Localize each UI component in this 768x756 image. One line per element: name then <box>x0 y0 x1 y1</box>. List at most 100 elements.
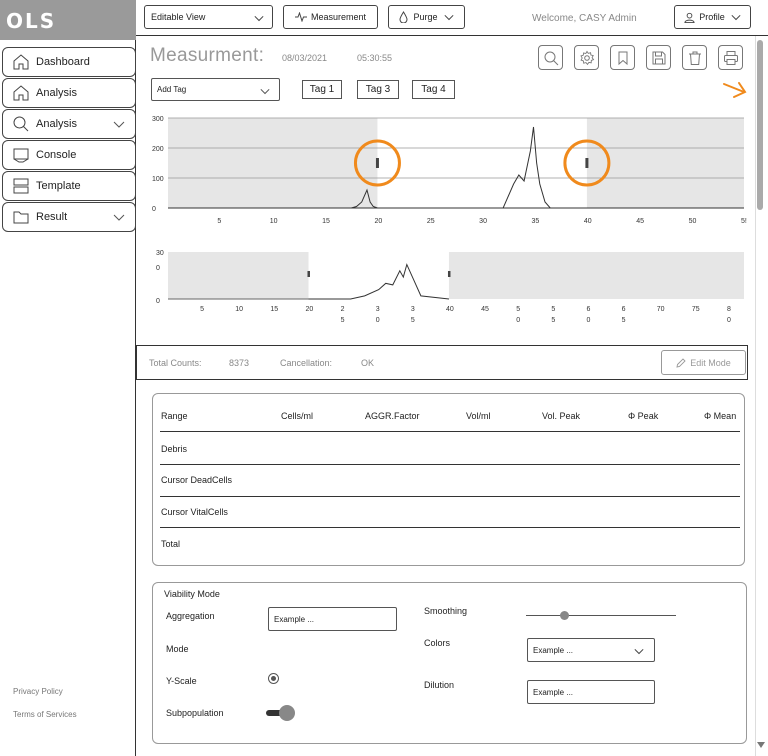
series-line <box>308 263 450 300</box>
scrollbar-thumb[interactable] <box>757 40 763 210</box>
drop-icon <box>399 11 408 23</box>
x-tick-label: 30 <box>479 218 487 225</box>
terms-of-service-link[interactable]: Terms of Services <box>13 710 77 719</box>
sidebar-item-label: Dashboard <box>36 56 90 68</box>
tag-chip[interactable]: Tag 4 <box>412 80 455 99</box>
shaded-region <box>586 118 744 208</box>
column-header: AGGR.Factor <box>365 411 420 421</box>
add-tag-placeholder: Add Tag <box>157 85 187 94</box>
y-tick-label: 0 <box>156 298 160 305</box>
total-counts-value: 8373 <box>229 358 250 368</box>
search-button[interactable] <box>538 45 563 70</box>
shaded-region <box>448 252 744 299</box>
view-select-value: Editable View <box>151 12 206 22</box>
x-tick-label: 3 <box>411 306 415 313</box>
sidebar-item-console[interactable]: Console <box>2 140 136 170</box>
y-tick-label: 100 <box>152 176 164 183</box>
y-scale-radio[interactable] <box>268 673 279 684</box>
x-tick-label: 6 <box>622 306 626 313</box>
x-tick-label: 5! <box>741 218 747 225</box>
chevron-down-icon <box>634 648 644 655</box>
x-tick-label: 40 <box>584 218 592 225</box>
purge-button[interactable]: Purge <box>388 5 465 29</box>
chevron-down-icon <box>731 14 741 21</box>
aggregation-input[interactable]: Example ... <box>268 607 397 631</box>
home-icon <box>13 54 29 70</box>
tag-chip[interactable]: Tag 3 <box>357 80 399 99</box>
slider-handle[interactable] <box>559 611 569 620</box>
histogram-chart-overview[interactable]: 30005 10 15 20 25303540 45 5055606570 75 80 <box>136 245 756 330</box>
subpopulation-toggle[interactable] <box>266 704 296 722</box>
y-tick-label: 300 <box>152 116 164 123</box>
mode-label: Mode <box>166 644 189 654</box>
x-tick-label: 0 <box>727 317 731 324</box>
top-bar: Editable View Measurement Purge Welcome,… <box>136 0 768 36</box>
column-header: Vol/ml <box>466 411 491 421</box>
column-header: Cells/ml <box>281 411 314 421</box>
table-divider <box>160 431 740 432</box>
gear-icon <box>579 50 594 65</box>
scroll-down-arrow[interactable] <box>757 742 765 748</box>
cancellation-label: Cancellation: <box>280 358 333 368</box>
logo: OLS <box>6 9 57 33</box>
add-tag-select[interactable]: Add Tag <box>151 78 280 101</box>
view-select[interactable]: Editable View <box>144 5 273 29</box>
viability-title: Viability Mode <box>164 589 220 599</box>
cursor-marker <box>307 271 310 277</box>
edit-mode-button[interactable]: Edit Mode <box>661 350 746 375</box>
cursor-marker <box>447 271 451 277</box>
x-tick-label: 2 <box>341 306 345 313</box>
x-tick-label: 5 <box>200 306 204 313</box>
dilution-input[interactable]: Example ... <box>527 680 655 704</box>
user-icon <box>684 12 695 23</box>
sidebar-item-label: Template <box>36 180 81 192</box>
sidebar-item-label: Analysis <box>36 87 77 99</box>
x-tick-label: 0 <box>586 317 590 324</box>
x-tick-label: 5 <box>411 317 415 324</box>
smoothing-slider[interactable] <box>526 611 676 621</box>
toggle-knob <box>279 705 295 721</box>
welcome-text: Welcome, CASY Admin <box>532 13 637 24</box>
table-row: Total <box>161 539 181 549</box>
histogram-chart-main[interactable]: 300 200 100 0 5 10 15 20 25 30 35 40 45 50 5! <box>136 110 756 230</box>
chevron-down-icon <box>260 88 270 95</box>
aggregation-value: Example ... <box>274 614 315 624</box>
x-tick-label: 25 <box>427 218 435 225</box>
measurement-date: 08/03/2021 <box>282 53 328 63</box>
column-header: Φ Peak <box>628 411 659 421</box>
sidebar-item-analysis-expand[interactable]: Analysis <box>2 109 136 139</box>
table-divider <box>160 464 740 465</box>
sidebar-item-template[interactable]: Template <box>2 171 136 201</box>
settings-button[interactable] <box>574 45 599 70</box>
print-button[interactable] <box>718 45 743 70</box>
delete-button[interactable] <box>682 45 707 70</box>
x-tick-label: 50 <box>689 218 697 225</box>
x-tick-label: 20 <box>374 218 382 225</box>
measurement-button[interactable]: Measurement <box>283 5 378 29</box>
annotation-arrow-icon <box>723 82 747 98</box>
x-tick-label: 70 <box>657 306 665 313</box>
smoothing-label: Smoothing <box>424 606 468 616</box>
column-header: Vol. Peak <box>542 411 581 421</box>
table-row: Debris <box>161 444 188 454</box>
colors-select[interactable]: Example ... <box>527 638 655 662</box>
y-tick-label: 0 <box>152 206 156 213</box>
shaded-region <box>168 252 309 299</box>
save-button[interactable] <box>646 45 671 70</box>
logo-bar: OLS <box>0 0 136 40</box>
sidebar: OLS Dashboard Analysis Analysis Console … <box>0 0 136 756</box>
y-scale-label: Y-Scale <box>166 676 197 686</box>
x-tick-label: 15 <box>322 218 330 225</box>
sidebar-item-result[interactable]: Result <box>2 202 136 232</box>
tag-chip[interactable]: Tag 1 <box>302 80 342 99</box>
purge-label: Purge <box>413 12 438 22</box>
y-tick-label: 0 <box>156 265 160 272</box>
x-tick-label: 5 <box>341 317 345 324</box>
privacy-policy-link[interactable]: Privacy Policy <box>13 687 63 696</box>
chevron-down-icon <box>443 14 454 21</box>
sidebar-item-dashboard[interactable]: Dashboard <box>2 47 136 77</box>
profile-button[interactable]: Profile <box>674 5 751 29</box>
sidebar-item-analysis[interactable]: Analysis <box>2 78 136 108</box>
x-tick-label: 45 <box>636 218 644 225</box>
bookmark-button[interactable] <box>610 45 635 70</box>
